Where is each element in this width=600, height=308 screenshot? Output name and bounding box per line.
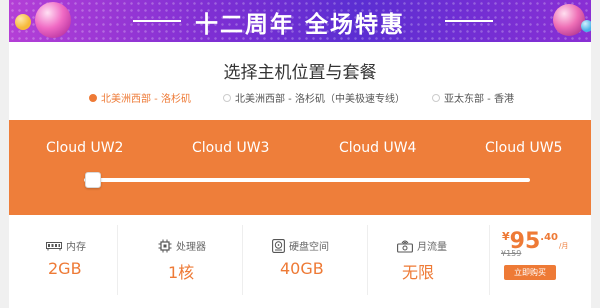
spec-traffic-label: 月流量 bbox=[417, 242, 447, 253]
buy-now-button[interactable]: 立即购买 bbox=[504, 265, 556, 280]
price-decimal: .40 bbox=[540, 232, 558, 243]
spec-cpu-header: 处理器 bbox=[158, 238, 206, 253]
spec-memory-value: 2GB bbox=[48, 259, 82, 278]
region-selector: 北美洲西部 - 洛杉矶 北美洲西部 - 洛杉矶（中美极速专线） 亚太东部 - 香… bbox=[9, 90, 591, 106]
divider bbox=[242, 225, 243, 295]
currency-symbol: ¥ bbox=[502, 230, 510, 243]
region-label: 亚太东部 - 香港 bbox=[444, 94, 514, 105]
spec-disk-value: 40GB bbox=[280, 259, 324, 278]
divider bbox=[117, 225, 118, 295]
plan-option-uw2[interactable]: Cloud UW2 bbox=[46, 140, 123, 156]
radio-icon[interactable] bbox=[223, 93, 231, 102]
spec-memory-label: 内存 bbox=[66, 242, 86, 253]
spec-memory-header: 内存 bbox=[46, 238, 86, 253]
plan-option-uw5[interactable]: Cloud UW5 bbox=[485, 140, 562, 156]
region-option-la[interactable]: 北美洲西部 - 洛杉矶 bbox=[89, 90, 191, 105]
radio-selected-icon[interactable] bbox=[89, 93, 97, 102]
plan-option-uw3[interactable]: Cloud UW3 bbox=[192, 140, 269, 156]
cpu-icon bbox=[158, 239, 172, 252]
memory-icon bbox=[46, 241, 62, 250]
region-option-la-cn2[interactable]: 北美洲西部 - 洛杉矶（中美极速专线） bbox=[223, 90, 405, 105]
original-price: ¥159 bbox=[501, 249, 522, 258]
price-unit: /月 bbox=[559, 242, 569, 250]
region-label: 北美洲西部 - 洛杉矶 bbox=[101, 94, 191, 105]
region-label: 北美洲西部 - 洛杉矶（中美极速专线） bbox=[235, 94, 405, 105]
spec-disk-label: 硬盘空间 bbox=[289, 242, 329, 253]
spec-cpu-label: 处理器 bbox=[176, 242, 206, 253]
radio-icon[interactable] bbox=[432, 93, 440, 102]
spec-disk-header: 硬盘空间 bbox=[272, 238, 329, 253]
spec-traffic-value: 无限 bbox=[402, 263, 435, 282]
banner-title: 十二周年 全场特惠 bbox=[194, 12, 405, 38]
plan-option-uw4[interactable]: Cloud UW4 bbox=[339, 140, 416, 156]
disk-icon bbox=[272, 238, 285, 253]
spec-traffic-header: 月流量 bbox=[397, 238, 447, 253]
plan-slider-handle[interactable] bbox=[85, 172, 101, 188]
plan-slider-track[interactable] bbox=[84, 178, 530, 182]
price-box: ¥95.40/月 ¥159 立即购买 bbox=[492, 229, 569, 280]
spec-cpu-value: 1核 bbox=[168, 263, 195, 282]
promo-banner[interactable]: 十二周年 全场特惠 bbox=[9, 0, 591, 42]
divider bbox=[489, 225, 490, 295]
region-option-hk[interactable]: 亚太东部 - 香港 bbox=[432, 90, 514, 105]
divider bbox=[367, 225, 368, 295]
page-title: 选择主机位置与套餐 bbox=[223, 63, 377, 83]
traffic-icon bbox=[397, 240, 413, 253]
plan-panel: Cloud UW2 Cloud UW3 Cloud UW4 Cloud UW5 bbox=[9, 120, 591, 215]
